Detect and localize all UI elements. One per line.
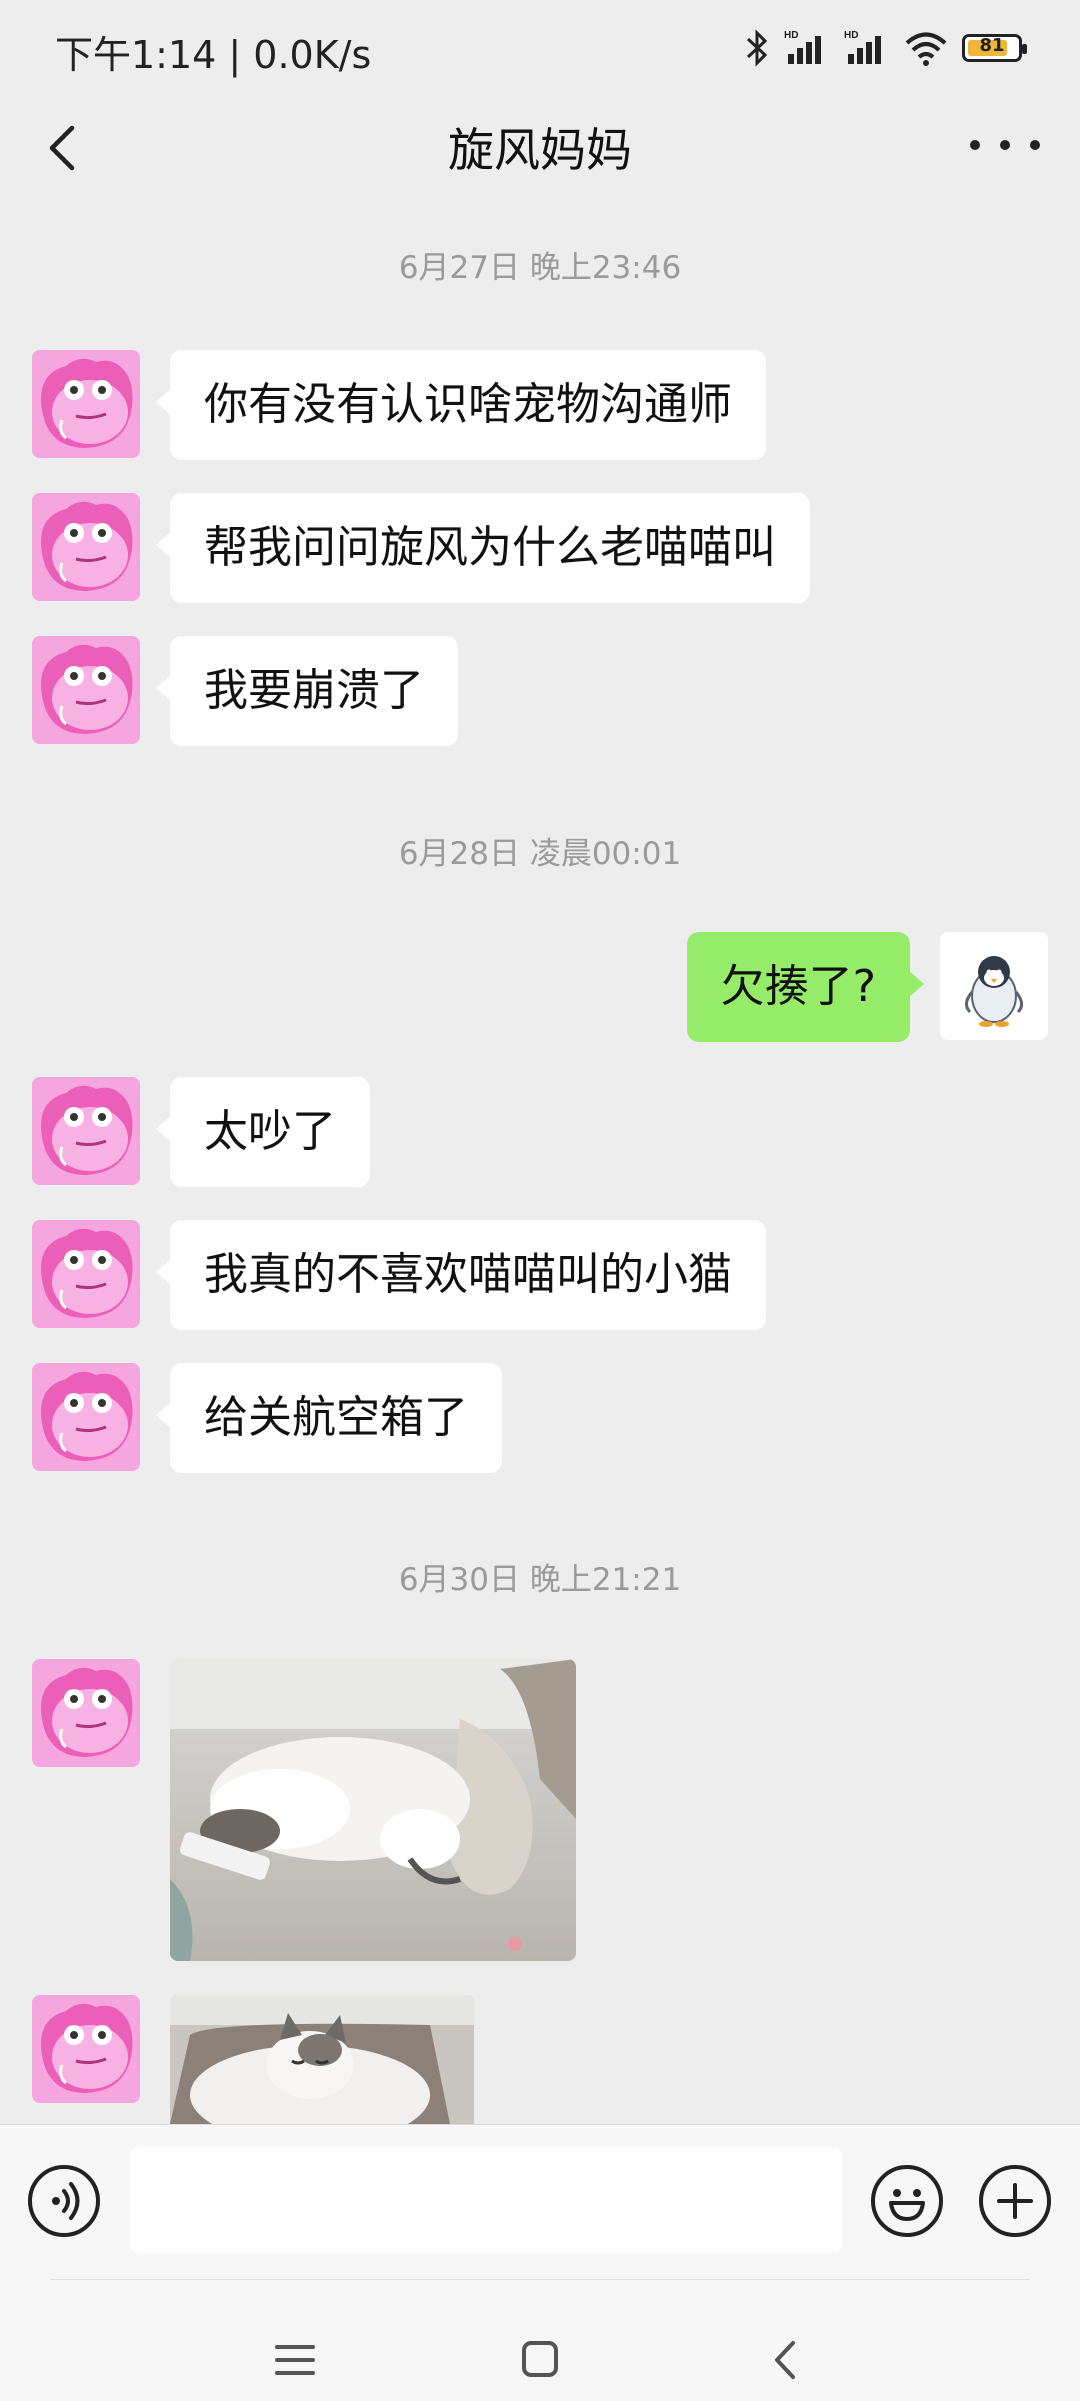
emoji-icon[interactable] (871, 2165, 943, 2237)
plus-icon[interactable] (979, 2165, 1051, 2237)
cat-photo-image (170, 1995, 474, 2124)
message-bubble[interactable]: 我真的不喜欢喵喵叫的小猫 (156, 1220, 766, 1330)
avatar[interactable] (32, 350, 140, 458)
avatar[interactable] (32, 1363, 140, 1471)
back-icon[interactable] (745, 2325, 825, 2395)
message-input[interactable] (130, 2147, 842, 2253)
message-bubble[interactable]: 给关航空箱了 (156, 1363, 502, 1473)
avatar[interactable] (32, 493, 140, 601)
avatar[interactable] (32, 1659, 140, 1767)
timestamp: 6月27日 晚上23:46 (398, 250, 682, 286)
pink-frog-avatar-icon (32, 636, 140, 744)
message-bubble[interactable]: 太吵了 (156, 1077, 370, 1187)
pink-frog-avatar-icon (32, 1077, 140, 1185)
svg-text:HD: HD (844, 30, 858, 41)
battery-icon: 81 (962, 34, 1027, 62)
timestamp: 6月28日 凌晨00:01 (398, 836, 682, 872)
avatar[interactable] (940, 932, 1048, 1040)
svg-text:HD: HD (784, 30, 798, 41)
avatar[interactable] (32, 636, 140, 744)
status-bar: 下午1:14 | 0.0K/s HD HD 81 (0, 0, 1080, 96)
penguin-avatar-icon (940, 932, 1048, 1040)
message-bubble[interactable]: 你有没有认识啥宠物沟通师 (156, 350, 766, 460)
input-bar (0, 2124, 1080, 2401)
status-icons: HD HD 81 (744, 24, 1027, 72)
pink-frog-avatar-icon (32, 1659, 140, 1767)
hd-signal-icon: HD (784, 30, 821, 64)
menu-icon[interactable] (255, 2325, 335, 2395)
pink-frog-avatar-icon (32, 1995, 140, 2103)
avatar[interactable] (32, 1220, 140, 1328)
avatar[interactable] (32, 1077, 140, 1185)
image-message[interactable] (170, 1995, 474, 2124)
home-icon[interactable] (500, 2325, 580, 2395)
pink-frog-avatar-icon (32, 493, 140, 601)
chat-header: 旋风妈妈 (0, 96, 1080, 206)
avatar[interactable] (32, 1995, 140, 2103)
message-bubble[interactable]: 我要崩溃了 (156, 636, 458, 746)
pink-frog-avatar-icon (32, 1220, 140, 1328)
bluetooth-icon (746, 29, 768, 67)
message-bubble[interactable]: 帮我问问旋风为什么老喵喵叫 (156, 493, 810, 603)
battery-level: 81 (979, 35, 1005, 56)
timestamp: 6月30日 晚上21:21 (398, 1562, 682, 1598)
voice-icon[interactable] (28, 2165, 100, 2237)
more-dots-icon[interactable] (970, 120, 1040, 170)
hd-signal-icon: HD (844, 30, 881, 64)
chat-title: 旋风妈妈 (448, 123, 632, 177)
status-time: 下午1:14 | 0.0K/s (55, 33, 372, 77)
divider (50, 2279, 1030, 2280)
image-message[interactable] (170, 1659, 576, 1961)
pink-frog-avatar-icon (32, 350, 140, 458)
cat-photo-image (170, 1659, 576, 1961)
message-bubble-outgoing[interactable]: 欠揍了? (686, 932, 925, 1042)
pink-frog-avatar-icon (32, 1363, 140, 1471)
wifi-icon (905, 32, 947, 66)
